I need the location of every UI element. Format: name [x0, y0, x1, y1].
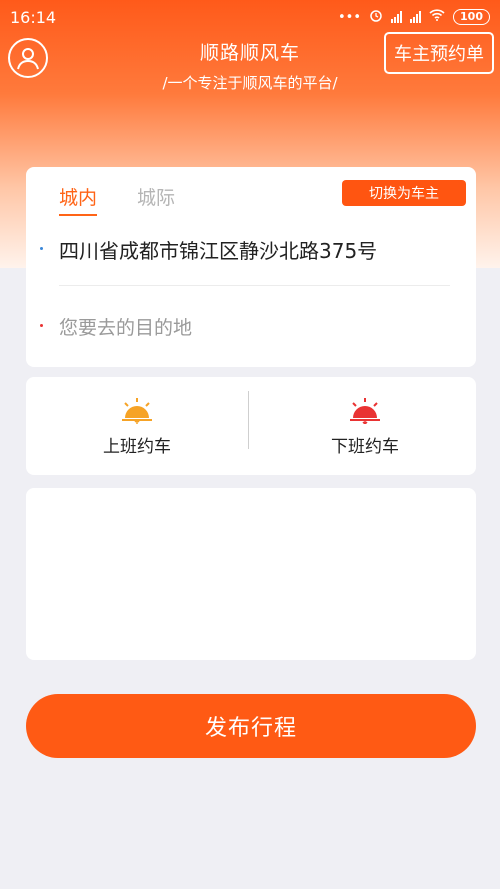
route-card: 城内 城际 切换为车主 四川省成都市锦江区静沙北路375号 您要去的目的地 [26, 167, 476, 367]
evening-commute-label: 下班约车 [331, 436, 399, 457]
morning-commute-button[interactable]: 上班约车 [26, 377, 248, 475]
alarm-icon [369, 8, 383, 26]
signal-2-icon [410, 11, 422, 23]
morning-commute-label: 上班约车 [103, 436, 171, 457]
end-dot-icon [40, 324, 43, 327]
status-icons: ••• 100 [338, 8, 490, 26]
commute-separator [248, 391, 249, 449]
sunset-icon [350, 397, 380, 424]
blank-card [26, 488, 476, 660]
evening-commute-button[interactable]: 下班约车 [254, 377, 476, 475]
page-subtitle: /一个专注于顺风车的平台/ [162, 74, 338, 92]
owner-order-button[interactable]: 车主预约单 [384, 32, 494, 74]
start-dot-icon [40, 247, 43, 250]
switch-to-driver-button[interactable]: 切换为车主 [342, 180, 466, 206]
wifi-icon [429, 9, 445, 25]
status-bar: 16:14 ••• 100 [0, 0, 500, 34]
battery-icon: 100 [453, 9, 490, 25]
from-address-field[interactable]: 四川省成都市锦江区静沙北路375号 [59, 235, 377, 264]
destination-input[interactable]: 您要去的目的地 [59, 313, 192, 340]
status-time: 16:14 [10, 7, 57, 27]
publish-trip-button[interactable]: 发布行程 [26, 694, 476, 758]
tab-city[interactable]: 城内 [59, 183, 98, 216]
commute-card: 上班约车 下班约车 [26, 377, 476, 475]
tab-intercity[interactable]: 城际 [137, 183, 175, 210]
more-dots-icon: ••• [338, 9, 362, 25]
divider [59, 285, 450, 286]
signal-icon [391, 11, 403, 23]
sunrise-icon [122, 397, 152, 424]
